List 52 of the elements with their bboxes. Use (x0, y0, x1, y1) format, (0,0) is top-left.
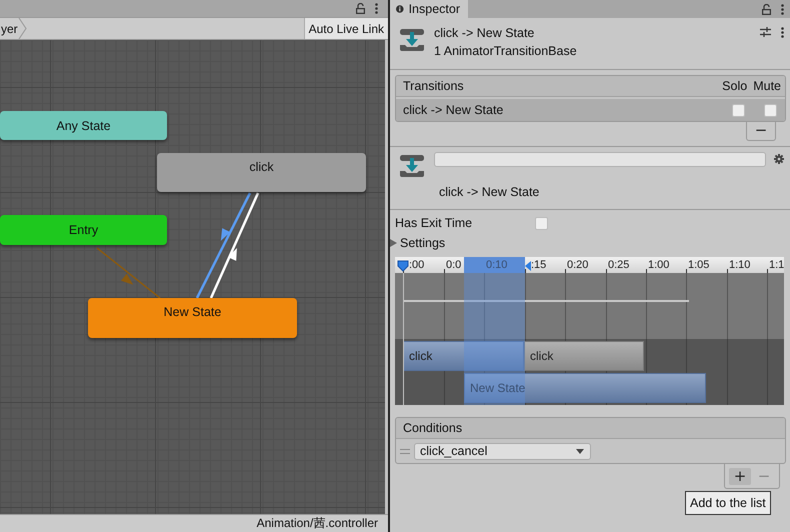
down-arrow-tray-icon (400, 28, 424, 52)
parameter-dropdown[interactable]: click_cancel (414, 442, 591, 460)
file-path: Animation/茜.controller (256, 515, 378, 532)
clip-bar[interactable]: click (524, 341, 644, 371)
menu-icon[interactable] (781, 4, 784, 14)
any-state-node[interactable]: Any State (0, 111, 167, 140)
transition-arrow[interactable] (196, 192, 252, 299)
tick-label: 1:1 (769, 259, 784, 271)
lock-icon[interactable] (356, 3, 365, 14)
inspector-title: click -> New State (434, 26, 536, 40)
tick-label: 1:05 (688, 259, 710, 271)
solo-checkbox[interactable] (732, 104, 745, 116)
list-header: Conditions (403, 421, 462, 435)
lock-icon[interactable] (762, 4, 771, 14)
field-label: Has Exit Time (395, 216, 474, 230)
inspector-subtitle: 1 AnimatorTransitionBase (434, 44, 578, 58)
tick-label: 0:0 (446, 259, 462, 271)
sliders-icon[interactable] (760, 27, 771, 37)
column-header: Solo (722, 79, 748, 93)
caret-icon (576, 448, 584, 454)
tick-label: :00 (409, 259, 424, 271)
clip-bar[interactable]: click (403, 341, 524, 371)
info-icon (396, 4, 404, 14)
tick-label: 0:25 (608, 259, 630, 271)
auto-live-link-button[interactable]: Auto Live Link (304, 18, 388, 39)
mute-checkbox[interactable] (764, 104, 777, 116)
foldout-arrow-icon[interactable] (390, 239, 397, 247)
transition-name: click -> New State (403, 103, 504, 117)
list-header: Transitions (403, 79, 464, 93)
drag-handle-icon[interactable] (400, 448, 410, 454)
menu-icon[interactable] (781, 27, 784, 38)
add-button[interactable]: + (729, 468, 751, 484)
tooltip: Add to the list (685, 491, 771, 515)
state-node[interactable]: click (157, 153, 366, 192)
tick-label: 1:10 (729, 259, 750, 271)
settings-foldout[interactable]: Settings (400, 236, 446, 250)
down-arrow-tray-icon (400, 154, 424, 178)
tick-label: 1:00 (648, 259, 670, 271)
tick-label: :15 (531, 259, 546, 271)
transition-label: click -> New State (438, 184, 540, 199)
tick-label: 0:10 (486, 259, 508, 271)
default-state-node[interactable]: New State (88, 298, 297, 338)
entry-node[interactable]: Entry (0, 215, 167, 245)
inspector-tab[interactable]: Inspector (390, 0, 468, 18)
name-field[interactable] (434, 152, 766, 167)
transition-row[interactable]: click -> New State (396, 99, 785, 121)
column-header: Mute (753, 79, 781, 93)
breadcrumb-item[interactable]: yer (0, 22, 18, 36)
has-exit-time-checkbox[interactable] (535, 216, 548, 230)
tick-label: 0:20 (567, 259, 588, 271)
menu-icon[interactable] (375, 3, 378, 14)
settings-icon[interactable] (774, 154, 784, 164)
